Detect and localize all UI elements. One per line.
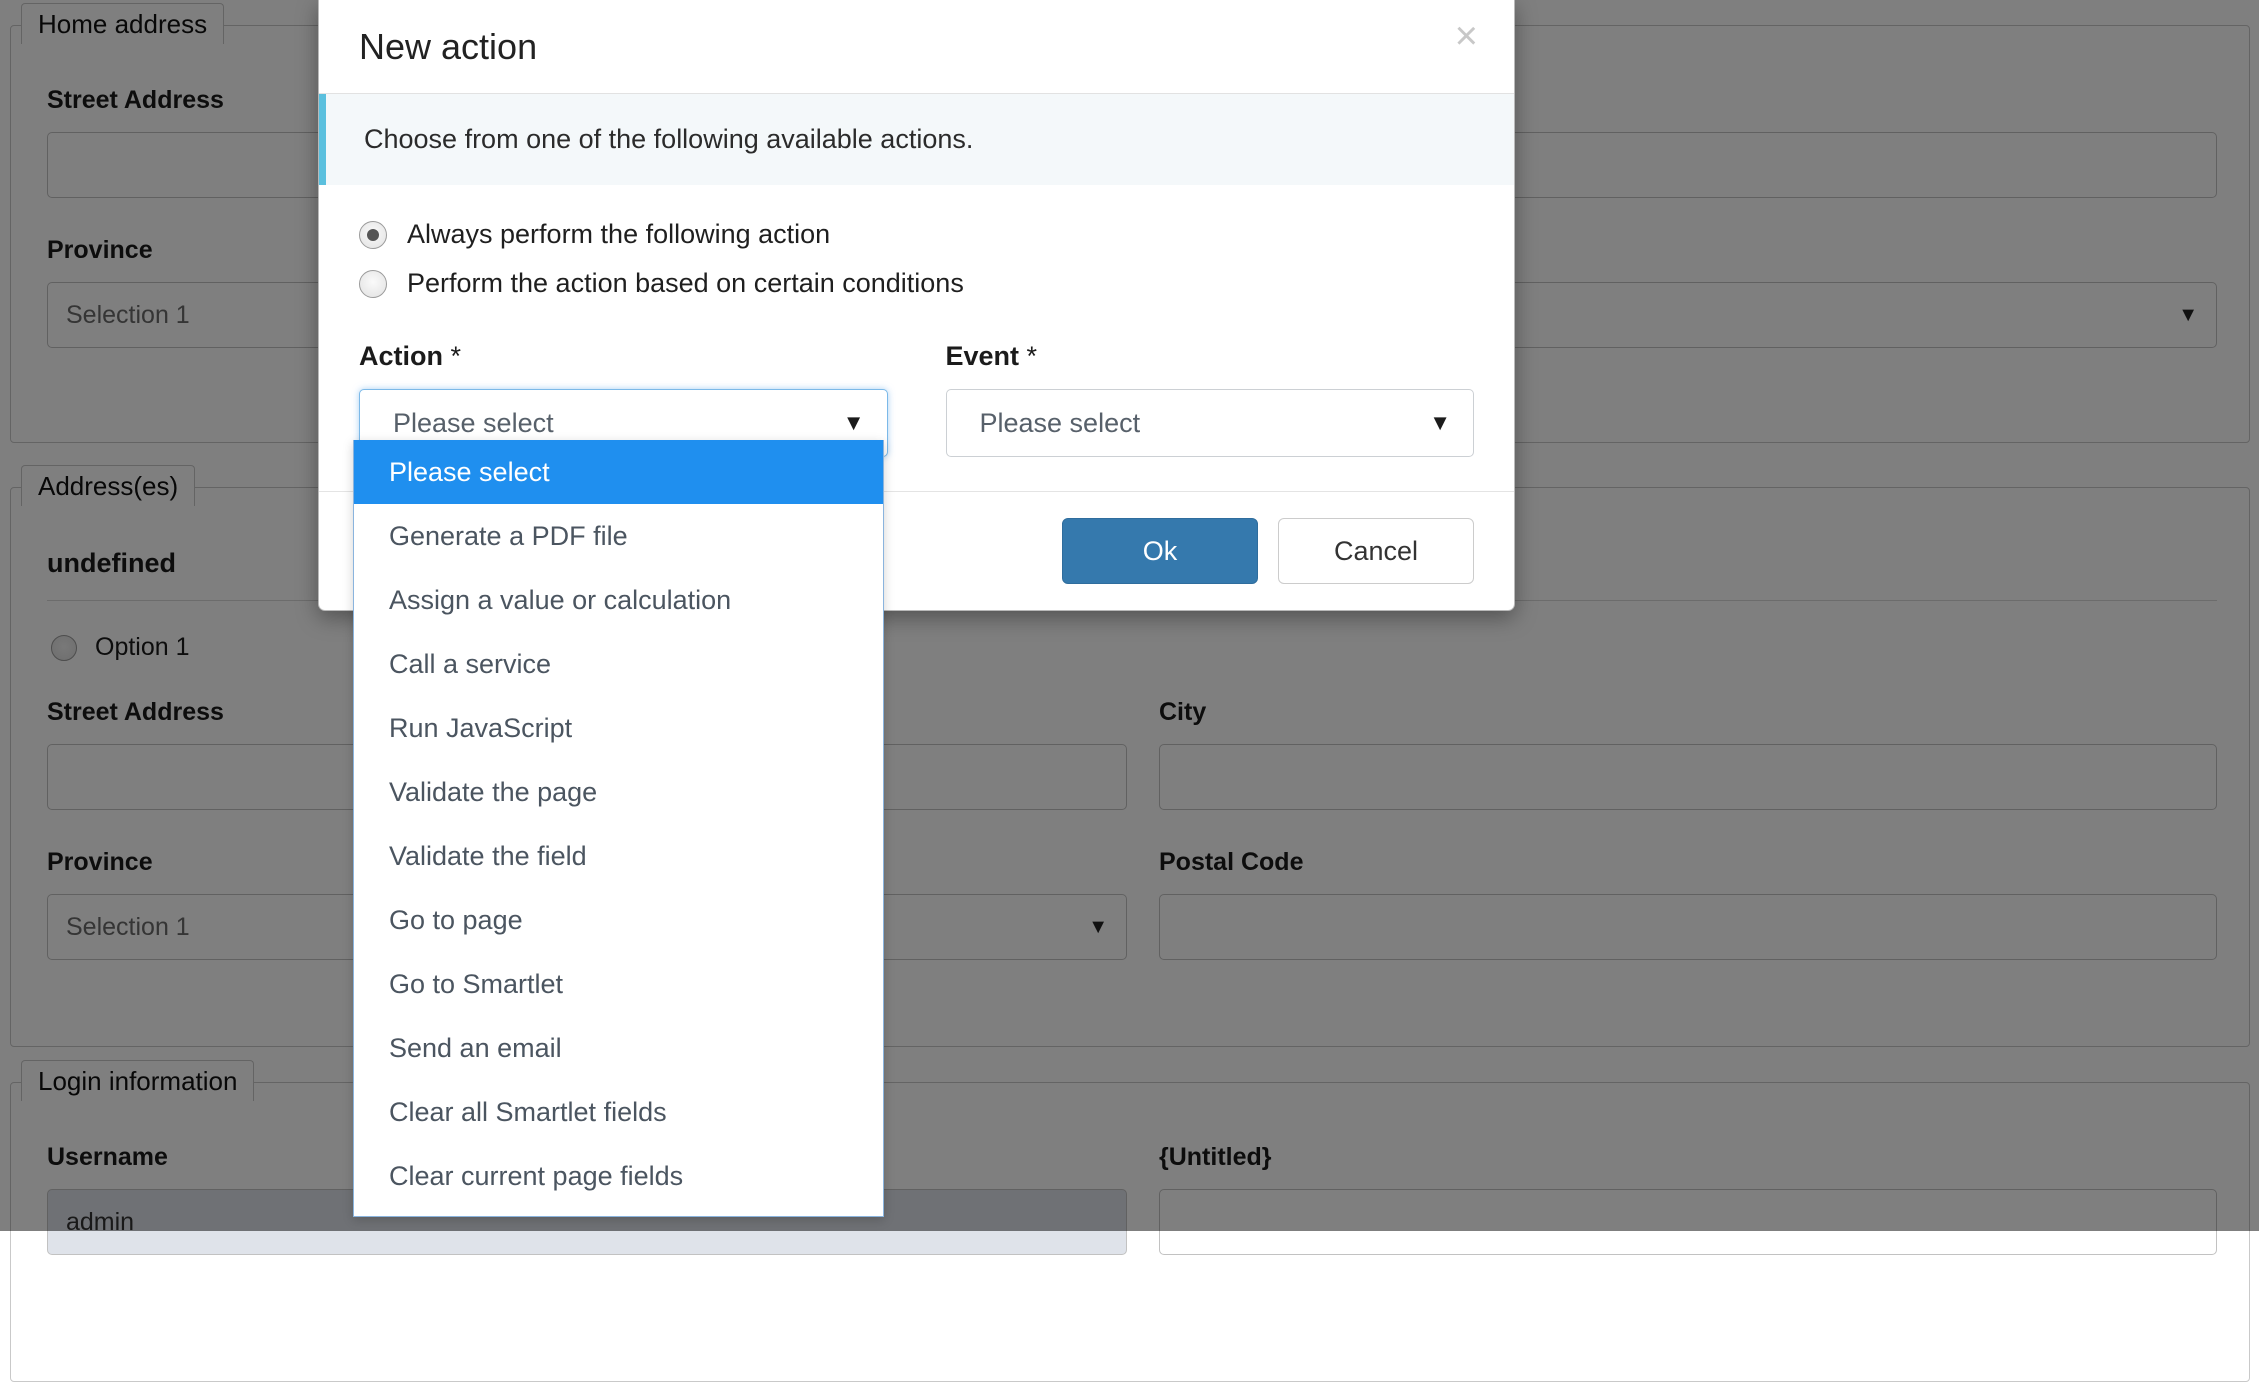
label-event-text: Event bbox=[946, 341, 1020, 371]
dropdown-option[interactable]: Go to Smartlet bbox=[354, 952, 883, 1016]
dropdown-option[interactable]: Please select bbox=[354, 440, 883, 504]
radio-always-perform[interactable]: Always perform the following action bbox=[359, 219, 1474, 250]
dropdown-option[interactable]: Call a service bbox=[354, 632, 883, 696]
label-event: Event * bbox=[946, 341, 1475, 372]
chevron-down-icon: ▼ bbox=[1429, 410, 1451, 436]
action-dropdown-listbox[interactable]: Please selectGenerate a PDF fileAssign a… bbox=[353, 440, 884, 1217]
select-action-value: Please select bbox=[393, 408, 554, 439]
page-root: Home address Street Address Province Sel… bbox=[0, 0, 2259, 1231]
close-icon[interactable]: × bbox=[1455, 16, 1478, 56]
dropdown-option[interactable]: Send an email bbox=[354, 1016, 883, 1080]
dropdown-option[interactable]: Generate a PDF file bbox=[354, 504, 883, 568]
dropdown-option[interactable]: Validate the field bbox=[354, 824, 883, 888]
select-event[interactable]: Please select ▼ bbox=[946, 389, 1475, 457]
dropdown-option[interactable]: Validate the page bbox=[354, 760, 883, 824]
required-marker: * bbox=[1027, 341, 1038, 371]
modal-header: New action × bbox=[319, 0, 1514, 94]
chevron-down-icon: ▼ bbox=[843, 410, 865, 436]
radio-always-perform-label: Always perform the following action bbox=[407, 219, 830, 250]
label-action: Action * bbox=[359, 341, 888, 372]
radio-selected-icon bbox=[359, 221, 387, 249]
radio-conditional-perform-label: Perform the action based on certain cond… bbox=[407, 268, 964, 299]
modal-body: Always perform the following action Perf… bbox=[319, 185, 1514, 463]
dropdown-option[interactable]: Run JavaScript bbox=[354, 696, 883, 760]
page-title: New action bbox=[359, 26, 537, 68]
radio-unselected-icon bbox=[359, 270, 387, 298]
info-banner: Choose from one of the following availab… bbox=[319, 94, 1514, 185]
dropdown-option[interactable]: Assign a value or calculation bbox=[354, 568, 883, 632]
dropdown-option[interactable]: Clear current page fields bbox=[354, 1144, 883, 1208]
radio-conditional-perform[interactable]: Perform the action based on certain cond… bbox=[359, 268, 1474, 299]
event-field-group: Event * Please select ▼ bbox=[946, 341, 1475, 457]
dropdown-option[interactable]: Go to page bbox=[354, 888, 883, 952]
label-action-text: Action bbox=[359, 341, 443, 371]
dropdown-option[interactable]: Clear all Smartlet fields bbox=[354, 1080, 883, 1144]
ok-button[interactable]: Ok bbox=[1062, 518, 1258, 584]
cancel-button[interactable]: Cancel bbox=[1278, 518, 1474, 584]
select-event-value: Please select bbox=[980, 408, 1141, 439]
required-marker: * bbox=[451, 341, 462, 371]
